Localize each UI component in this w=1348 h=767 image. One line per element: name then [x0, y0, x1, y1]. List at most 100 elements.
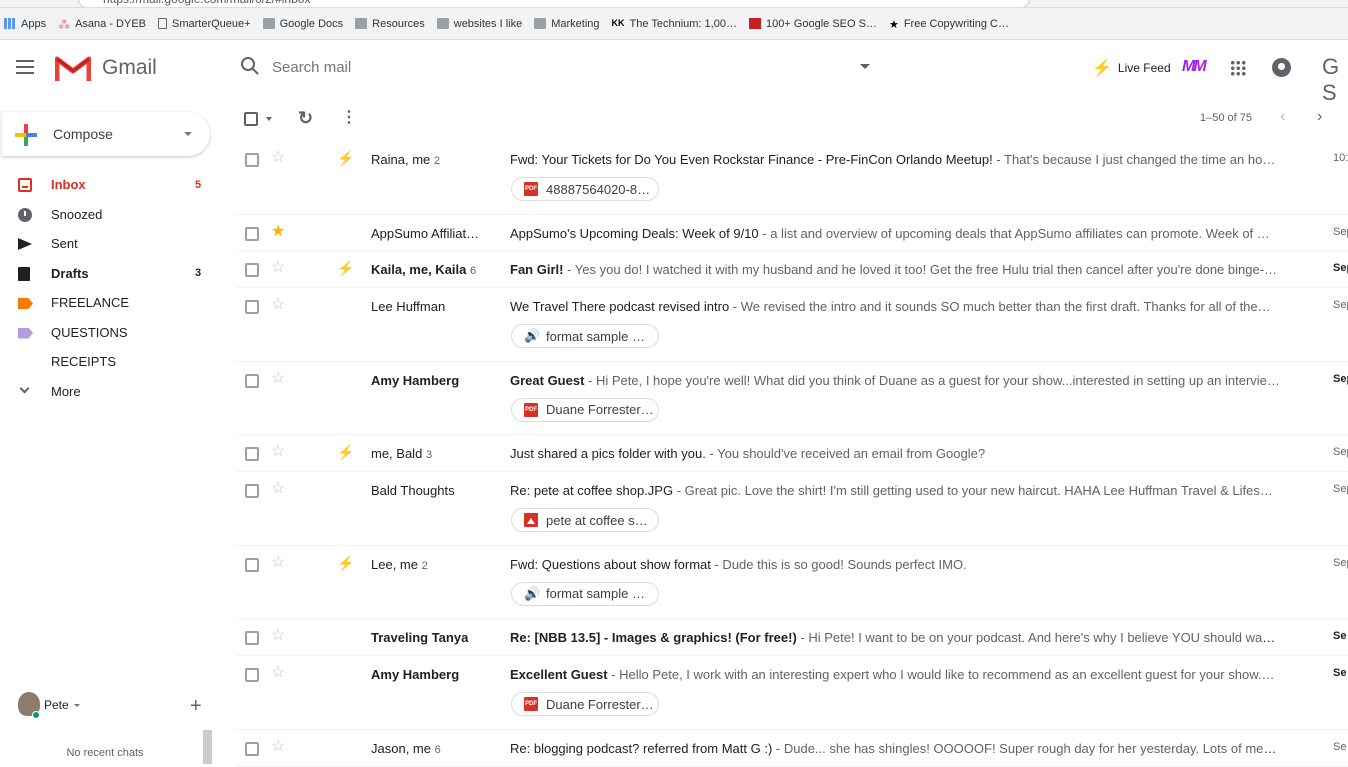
email-sender: Jason, me 6 [371, 741, 499, 756]
email-snippet: - We revised the intro and it sounds SO … [729, 299, 1271, 315]
url-field[interactable]: https://mail.google.com/mail/0/2/#inbox [78, 0, 1030, 7]
select-all-checkbox[interactable] [244, 112, 258, 126]
email-row[interactable]: ☆ Lee Huffman We Travel There podcast revi… [236, 288, 1348, 362]
google-apps-icon[interactable] [1230, 60, 1246, 76]
bookmark-label: Asana - DYEB [75, 17, 146, 30]
email-row[interactable]: ☆ ⚡ Kaila, me, Kaila 6 Fan Girl! - Yes you … [236, 251, 1348, 289]
star-icon[interactable]: ☆ [271, 554, 285, 571]
search-input[interactable] [272, 56, 852, 78]
compose-button[interactable]: Compose [2, 112, 210, 156]
bookmark-item[interactable]: Apps [4, 18, 46, 30]
thread-count: 3 [425, 449, 433, 462]
bookmark-item[interactable]: ★ Free Copywriting C… [889, 18, 1009, 32]
star-icon[interactable]: ☆ [271, 738, 285, 755]
email-checkbox[interactable] [245, 447, 259, 462]
email-subject: Re: pete at coffee shop.JPG [510, 483, 674, 499]
email-row[interactable]: ★ AppSumo Affiliat… AppSumo's Upcoming Dea… [236, 215, 1348, 252]
email-row[interactable]: ☆ ⚡ me, Bald 3 Just shared a pics folder wi… [236, 435, 1348, 473]
unread-count: 5 [195, 178, 202, 191]
email-checkbox[interactable] [245, 300, 259, 315]
email-row[interactable]: ☆ Traveling Tanya Re: [NBB 13.5] - Images … [236, 619, 1348, 657]
attachment-chip[interactable]: PDF Duane Forrester… [511, 692, 659, 717]
attachment-chip[interactable]: pete at coffee s… [511, 508, 659, 533]
star-icon[interactable]: ☆ [271, 150, 285, 166]
bookmark-item[interactable]: Marketing [534, 17, 600, 30]
email-checkbox[interactable] [245, 741, 259, 756]
bookmark-item[interactable]: ⁂ Asana - DYEB [58, 17, 146, 33]
star-icon[interactable]: ☆ [271, 665, 285, 681]
email-sender: AppSumo Affiliat… [371, 226, 499, 241]
sidebar-item-freelance[interactable]: FREELANCE [0, 288, 220, 318]
sidebar-item-drafts[interactable]: Drafts 3 [0, 259, 220, 289]
new-chat-plus-icon[interactable]: + [190, 696, 202, 716]
bookmark-item[interactable]: KK The Technium: 1,00… [612, 18, 737, 30]
email-content: Excellent Guest - Hello Pete, I work wit… [510, 667, 1282, 682]
attachment-chip[interactable]: PDF Duane Forrester… [511, 397, 659, 422]
email-snippet: - Hi Pete! I want to be on your podcast.… [796, 630, 1282, 646]
email-sender: Lee Huffman [371, 299, 499, 314]
star-icon[interactable]: ★ [271, 223, 285, 240]
lightning-icon[interactable]: ⚡ [337, 555, 354, 571]
thread-count: 6 [470, 265, 477, 278]
email-subject: Excellent Guest [510, 667, 608, 683]
attachment-chip[interactable]: 🔊 format sample … [511, 324, 659, 349]
email-row[interactable]: ☆ Jason, me 6 Re: blogging podcast? referr… [236, 730, 1348, 767]
notifications-icon[interactable] [1272, 58, 1291, 77]
sidebar-item-receipts[interactable]: RECEIPTS [0, 347, 220, 377]
mixmax-icon[interactable]: MM [1182, 58, 1207, 76]
email-row[interactable]: ☆ ⚡ Raina, me 2 Fwd: Your Tickets for Do Yo… [236, 141, 1348, 215]
attachment-name: format sample … [546, 328, 645, 344]
pdf-icon: PDF [524, 697, 538, 712]
chat-user[interactable]: Pete [14, 692, 214, 719]
bookmark-item[interactable]: 100+ Google SEO S… [748, 18, 877, 30]
bookmark-label: Marketing [551, 17, 600, 30]
live-feed-button[interactable]: ⚡ Live Feed [1092, 58, 1171, 78]
email-checkbox[interactable] [245, 484, 259, 499]
bookmark-item[interactable]: websites I like [436, 18, 522, 30]
sidebar-item-sent[interactable]: Sent [0, 229, 220, 259]
compose-chevron-icon [184, 132, 192, 136]
search-options-chevron-icon[interactable] [860, 64, 870, 69]
email-row[interactable]: ☆ Bald Thoughts Re: pete at coffee shop.JP… [236, 472, 1348, 546]
email-checkbox[interactable] [245, 373, 259, 388]
select-options-chevron-icon[interactable] [266, 117, 272, 121]
sidebar-item-more[interactable]: More [0, 377, 220, 407]
attachment-chip[interactable]: PDF 48887564020-8… [511, 177, 659, 201]
star-icon[interactable]: ☆ [271, 481, 285, 497]
email-row[interactable]: ☆ Amy Hamberg Great Guest - Hi Pete, I hop… [236, 362, 1348, 436]
star-icon[interactable]: ☆ [271, 260, 285, 276]
chat-scrollbar[interactable] [203, 730, 212, 764]
search-icon[interactable] [240, 56, 260, 76]
bookmark-item[interactable]: Resources [355, 18, 425, 30]
lightning-icon[interactable]: ⚡ [337, 260, 354, 276]
pagination-count: 1–50 of 75 [1200, 112, 1252, 124]
newer-chevron-right-icon[interactable]: › [1317, 108, 1322, 126]
sidebar-item-questions[interactable]: QUESTIONS [0, 318, 220, 348]
bookmark-item[interactable]: Google Docs [262, 18, 343, 30]
main-menu-icon[interactable] [16, 60, 34, 74]
bookmark-item[interactable]: SmarterQueue+ [158, 18, 251, 30]
star-icon[interactable]: ☆ [271, 297, 285, 313]
attachment-chip[interactable]: 🔊 format sample … [511, 581, 659, 606]
email-checkbox[interactable] [245, 263, 259, 278]
star-icon[interactable]: ☆ [271, 444, 285, 460]
gmail-logo-icon[interactable] [55, 55, 91, 81]
lightning-icon[interactable]: ⚡ [337, 150, 354, 166]
sidebar-item-snoozed[interactable]: Snoozed [0, 200, 220, 230]
refresh-icon[interactable]: ↻ [298, 109, 313, 127]
email-checkbox[interactable] [245, 631, 259, 646]
star-icon[interactable]: ☆ [271, 628, 285, 644]
email-row[interactable]: ☆ ⚡ Lee, me 2 Fwd: Questions about show for… [236, 546, 1348, 620]
email-checkbox[interactable] [245, 557, 259, 572]
lightning-icon: ⚡ [1092, 60, 1112, 77]
older-chevron-left-icon[interactable]: ‹ [1280, 108, 1285, 126]
email-checkbox[interactable] [245, 153, 259, 167]
more-options-icon[interactable]: ⋮ [341, 108, 357, 128]
star-icon[interactable]: ☆ [271, 370, 285, 387]
email-checkbox[interactable] [245, 668, 259, 683]
sidebar-item-inbox[interactable]: Inbox 5 [0, 170, 220, 200]
email-row[interactable]: ☆ Amy Hamberg Excellent Guest - Hello Pete… [236, 656, 1348, 730]
email-checkbox[interactable] [245, 226, 259, 241]
lightning-icon[interactable]: ⚡ [337, 444, 354, 460]
account-avatar[interactable]: G S [1322, 54, 1348, 106]
